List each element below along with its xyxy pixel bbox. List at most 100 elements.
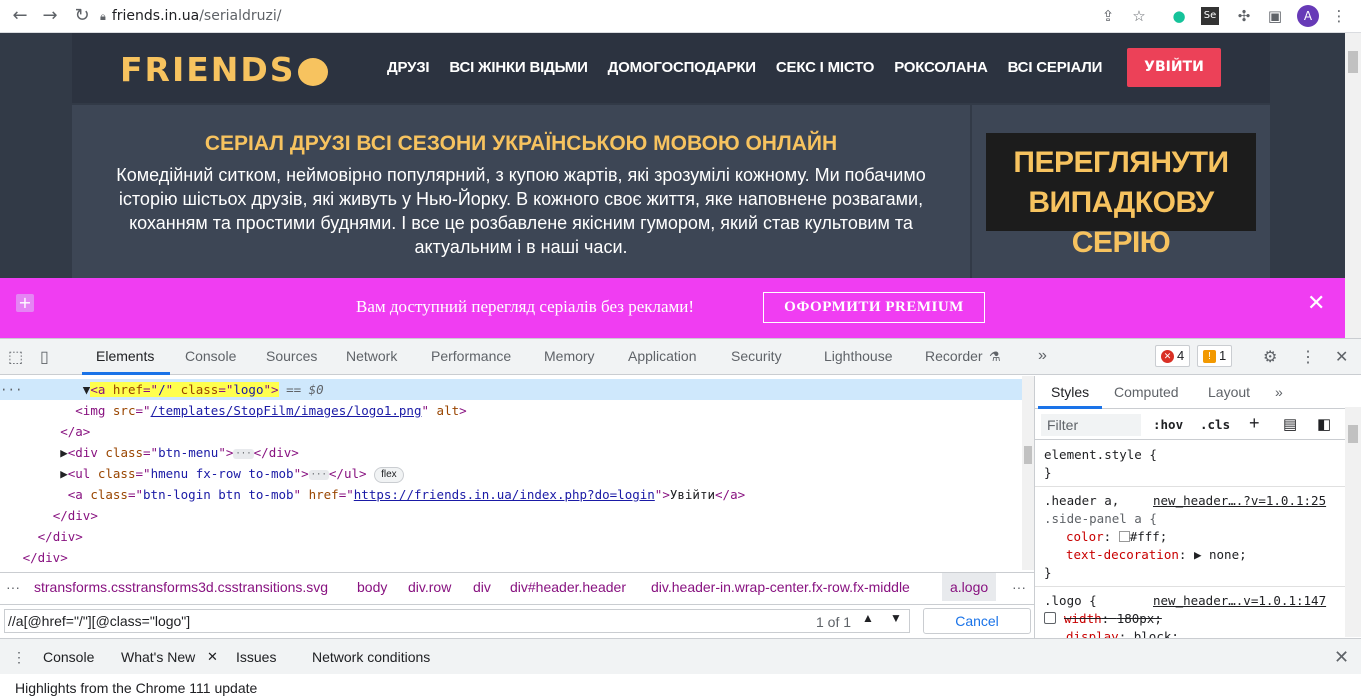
tab-recorder[interactable]: Recorder: [925, 348, 983, 364]
elements-scrollbar-thumb[interactable]: [1024, 446, 1032, 464]
breadcrumb-item-active[interactable]: a.logo: [942, 573, 997, 601]
extensions-puzzle-icon[interactable]: ✣: [1233, 5, 1255, 27]
drawer-tab-close-icon[interactable]: ✕: [207, 649, 218, 665]
search-next-icon[interactable]: ▼: [890, 611, 902, 625]
dom-node-div-close[interactable]: </div>: [0, 505, 1022, 526]
menu-item-zhinky-vidmy[interactable]: ВСІ ЖІНКИ ВІДЬМИ: [449, 59, 587, 76]
styles-filter-input[interactable]: Filter: [1041, 414, 1141, 436]
paint-bucket-icon[interactable]: ▤: [1283, 415, 1297, 433]
more-style-tabs-icon[interactable]: »: [1275, 384, 1283, 400]
devtools-menu-icon[interactable]: ⋮: [1300, 347, 1316, 367]
tab-performance[interactable]: Performance: [431, 348, 511, 364]
dom-node-ul-hmenu[interactable]: ▶<ul class="hmenu fx-row to-mob"> ··· </ul…: [0, 463, 1022, 484]
drawer-tab-network-conditions[interactable]: Network conditions: [312, 649, 430, 665]
rule2-selector[interactable]: .logo {: [1044, 592, 1097, 610]
collapsed-ellipsis-icon[interactable]: ···: [233, 449, 254, 459]
devtools-close-icon[interactable]: ✕: [1335, 347, 1348, 367]
more-tabs-icon[interactable]: »: [1038, 347, 1047, 365]
side-panel-icon[interactable]: ▣: [1264, 5, 1286, 27]
grammarly-extension-icon[interactable]: ●: [1168, 5, 1190, 27]
tab-lighthouse[interactable]: Lighthouse: [824, 348, 893, 364]
login-button[interactable]: УВІЙТИ: [1127, 48, 1221, 87]
login-href-link[interactable]: https://friends.in.ua/index.php?do=login: [354, 487, 655, 502]
rule1-decl-text-decoration[interactable]: text-decoration: ▶ none;: [1066, 546, 1247, 564]
breadcrumb-more-icon[interactable]: ···: [1012, 573, 1026, 601]
elements-tree[interactable]: ··· ▼<a href="/" class="logo"> == $0 <im…: [0, 376, 1022, 570]
tab-layout[interactable]: Layout: [1208, 384, 1250, 400]
browser-menu-icon[interactable]: ⋮: [1328, 5, 1350, 27]
img-src-link[interactable]: /templates/StopFilm/images/logo1.png: [151, 403, 422, 418]
share-icon[interactable]: ⇪: [1097, 5, 1119, 27]
inspect-element-icon[interactable]: ⬚: [8, 347, 23, 367]
element-style-selector[interactable]: element.style {: [1044, 446, 1157, 464]
tab-computed[interactable]: Computed: [1114, 384, 1179, 400]
dom-node-div-close[interactable]: </div>: [0, 526, 1022, 547]
xpath-search-input[interactable]: //a[@href="/"][@class="logo"]: [4, 609, 910, 633]
error-count-badge[interactable]: ✕ 4: [1155, 345, 1191, 367]
toggle-sidebar-icon[interactable]: ◧: [1317, 415, 1331, 433]
banner-plus-icon[interactable]: +: [16, 294, 34, 312]
drawer-tab-whats-new[interactable]: What's New: [121, 649, 195, 665]
breadcrumb-item[interactable]: div.header-in.wrap-center.fx-row.fx-midd…: [651, 573, 910, 601]
dom-node-a-logo[interactable]: ··· ▼<a href="/" class="logo"> == $0: [0, 379, 1022, 400]
drawer-close-icon[interactable]: ✕: [1334, 647, 1349, 668]
tab-application[interactable]: Application: [628, 348, 697, 364]
breadcrumb-overflow-icon[interactable]: ···: [6, 573, 20, 601]
rule2-decl-width[interactable]: width: 180px;: [1044, 610, 1162, 628]
rule2-decl-display[interactable]: display: block;: [1066, 628, 1179, 638]
flex-badge[interactable]: flex: [374, 467, 404, 483]
dom-node-a-login[interactable]: <a class="btn-login btn to-mob" href="ht…: [0, 484, 1022, 505]
banner-close-icon[interactable]: ✕: [1307, 291, 1325, 316]
random-episode-button[interactable]: ПЕРЕГЛЯНУТИ ВИПАДКОВУ СЕРІЮ: [986, 133, 1256, 259]
rule2-source-link[interactable]: new_header….v=1.0.1:147: [1153, 592, 1326, 610]
search-cancel-button[interactable]: Cancel: [923, 608, 1031, 634]
selenium-extension-icon[interactable]: Se: [1201, 7, 1219, 25]
bookmark-star-icon[interactable]: ☆: [1128, 5, 1150, 27]
styles-scrollbar[interactable]: [1345, 407, 1361, 637]
elements-scrollbar[interactable]: [1022, 376, 1034, 570]
dom-node-a-close[interactable]: </a>: [0, 421, 1022, 442]
tab-security[interactable]: Security: [731, 348, 782, 364]
search-prev-icon[interactable]: ▲: [862, 611, 874, 625]
premium-button[interactable]: ОФОРМИТИ PREMIUM: [763, 292, 985, 323]
settings-gear-icon[interactable]: ⚙: [1263, 347, 1277, 367]
dom-node-btn-menu[interactable]: ▶<div class="btn-menu"> ··· </div>: [0, 442, 1022, 463]
drawer-menu-icon[interactable]: ⋮: [12, 649, 26, 666]
breadcrumb-item[interactable]: div#header.header: [510, 573, 626, 601]
decl-checkbox[interactable]: [1044, 612, 1056, 624]
menu-item-roksolana[interactable]: РОКСОЛАНА: [894, 59, 988, 76]
breadcrumb-item[interactable]: div.row: [408, 573, 451, 601]
tab-console[interactable]: Console: [185, 348, 236, 364]
page-scrollbar-thumb[interactable]: [1348, 51, 1358, 73]
menu-item-vsi-seriali[interactable]: ВСІ СЕРІАЛИ: [1008, 59, 1103, 76]
rule1-decl-color[interactable]: color: #fff;: [1066, 528, 1167, 546]
breadcrumb-item[interactable]: div: [473, 573, 491, 601]
page-scrollbar[interactable]: [1345, 33, 1361, 338]
device-toolbar-icon[interactable]: ▯: [40, 347, 49, 367]
tab-network[interactable]: Network: [346, 348, 397, 364]
breadcrumb-item[interactable]: body: [357, 573, 387, 601]
menu-item-seks-i-misto[interactable]: СЕКС І МІСТО: [776, 59, 875, 76]
forward-icon[interactable]: →: [38, 4, 62, 28]
new-style-rule-icon[interactable]: +: [1249, 413, 1260, 434]
reload-icon[interactable]: ↻: [70, 4, 94, 28]
hov-toggle[interactable]: :hov: [1153, 417, 1183, 432]
site-logo[interactable]: FRIENDS: [120, 50, 328, 89]
menu-item-druzi[interactable]: ДРУЗІ: [387, 59, 430, 76]
profile-avatar[interactable]: A: [1297, 5, 1319, 27]
drawer-tab-console[interactable]: Console: [43, 649, 94, 665]
warning-count-badge[interactable]: ! 1: [1197, 345, 1233, 367]
menu-item-domohospodarky[interactable]: ДОМОГОСПОДАРКИ: [608, 59, 756, 76]
rule1-selector-b[interactable]: .side-panel a {: [1044, 510, 1157, 528]
tab-styles[interactable]: Styles: [1051, 384, 1089, 400]
breadcrumb-item[interactable]: stransforms.csstransforms3d.csstransitio…: [34, 573, 328, 601]
drawer-tab-issues[interactable]: Issues: [236, 649, 276, 665]
back-icon[interactable]: ←: [8, 4, 32, 28]
rule1-selector-a[interactable]: .header a,: [1044, 492, 1119, 510]
styles-scrollbar-thumb[interactable]: [1348, 425, 1358, 443]
dom-node-img[interactable]: <img src="/templates/StopFilm/images/log…: [0, 400, 1022, 421]
tab-memory[interactable]: Memory: [544, 348, 595, 364]
rule1-source-link[interactable]: new_header….?v=1.0.1:25: [1153, 492, 1326, 510]
collapsed-ellipsis-icon[interactable]: ···: [308, 470, 329, 480]
color-swatch[interactable]: [1118, 531, 1130, 542]
